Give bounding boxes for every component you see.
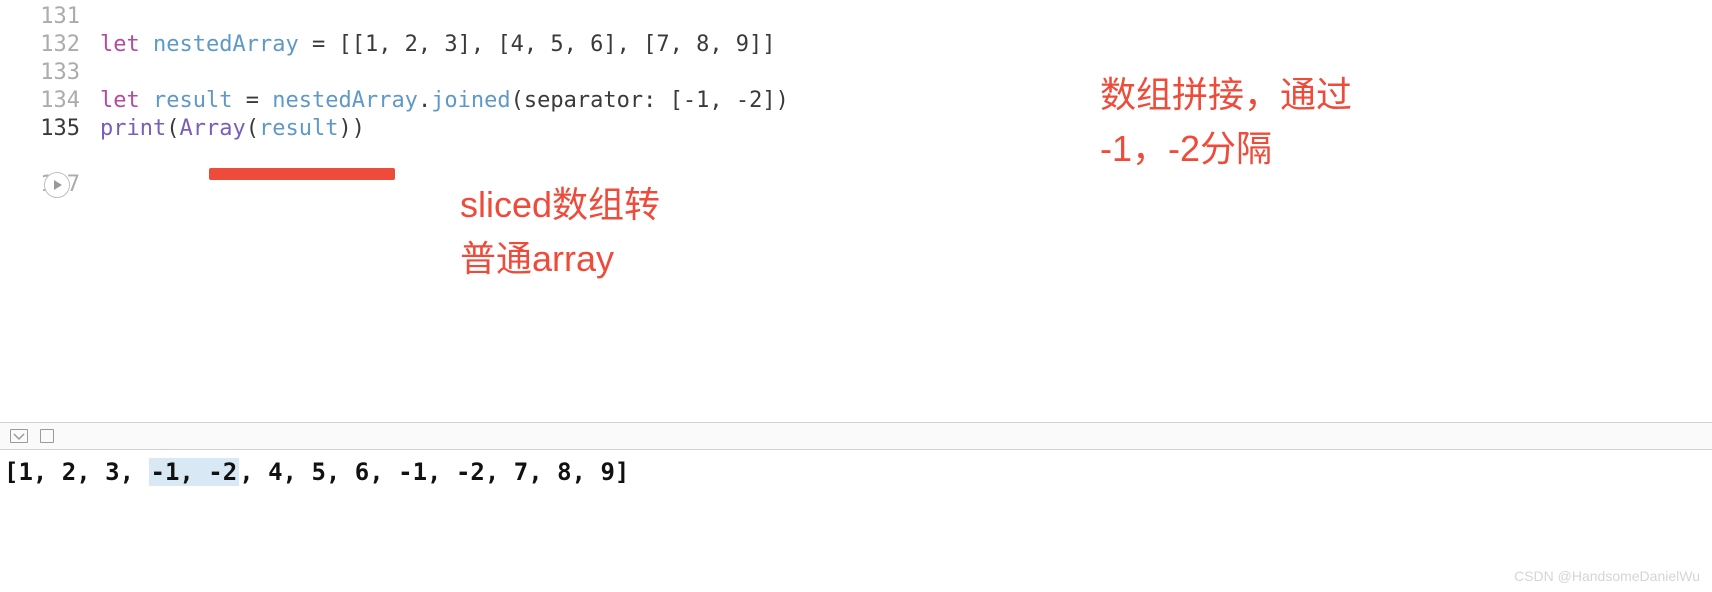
array-literal: [[1, 2, 3], [4, 5, 6], [7, 8, 9]] [338, 32, 775, 57]
code-line: 135 print(Array(result)) [0, 116, 1712, 144]
selection-highlight: -1, -2 [149, 458, 240, 486]
keyword-let: let [100, 88, 140, 113]
code-content[interactable]: let result = nestedArray.joined(separato… [100, 88, 789, 113]
watermark: CSDN @HandsomeDanielWu [1514, 568, 1700, 584]
identifier: result [259, 116, 338, 141]
code-content[interactable]: let nestedArray = [[1, 2, 3], [4, 5, 6],… [100, 32, 776, 57]
line-number: 134 [0, 88, 100, 113]
code-line: 131 [0, 4, 1712, 32]
line-number: 132 [0, 32, 100, 57]
line-number-current: 135 [0, 116, 100, 141]
run-button[interactable] [44, 172, 70, 198]
function-call: print [100, 116, 166, 141]
identifier: result [153, 88, 232, 113]
keyword-let: let [100, 32, 140, 57]
annotation-join-separator: 数组拼接，通过 -1，-2分隔 [1100, 68, 1352, 176]
argument: separator: [-1, -2] [524, 88, 776, 113]
code-line: 132 let nestedArray = [[1, 2, 3], [4, 5,… [0, 32, 1712, 60]
identifier: nestedArray [153, 32, 299, 57]
console-output[interactable]: [1, 2, 3, -1, -2, 4, 5, 6, -1, -2, 7, 8,… [4, 458, 629, 486]
annotation-sliced-array: sliced数组转 普通array [460, 178, 660, 286]
code-content[interactable]: print(Array(result)) [100, 116, 365, 141]
method-call: joined [431, 88, 510, 113]
console-toolbar [0, 422, 1712, 450]
line-number: 133 [0, 60, 100, 85]
panel-toggle-icon[interactable] [10, 429, 28, 443]
annotation-underline [209, 168, 395, 180]
identifier: nestedArray [272, 88, 418, 113]
code-line: 133 [0, 60, 1712, 88]
code-line: 134 let result = nestedArray.joined(sepa… [0, 88, 1712, 116]
line-number: 131 [0, 4, 100, 29]
panel-mode-icon[interactable] [40, 429, 54, 443]
type-name: Array [179, 116, 245, 141]
